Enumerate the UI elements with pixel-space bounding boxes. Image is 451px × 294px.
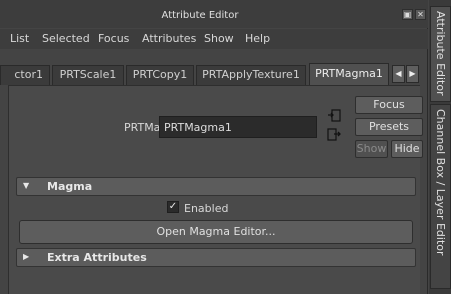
output-connection-icon[interactable] xyxy=(327,128,341,142)
enabled-checkbox[interactable]: ✓ xyxy=(167,201,179,213)
menu-attributes[interactable]: Attributes xyxy=(142,32,196,45)
tab-prtcopy1[interactable]: PRTCopy1 xyxy=(126,65,194,85)
side-tab-label: Channel Box / Layer Editor xyxy=(434,109,447,256)
chevron-down-icon: ▼ xyxy=(23,181,30,190)
close-icon[interactable]: ✕ xyxy=(415,9,426,20)
section-label: Magma xyxy=(47,180,93,193)
node-tab-bar: ctor1 PRTScale1 PRTCopy1 PRTApplyTexture… xyxy=(0,63,428,85)
presets-button[interactable]: Presets xyxy=(355,118,423,136)
menu-show[interactable]: Show xyxy=(204,32,234,45)
side-dock: Attribute Editor Channel Box / Layer Edi… xyxy=(429,0,451,294)
menu-list[interactable]: List xyxy=(10,32,29,45)
float-window-icon[interactable]: ▣ xyxy=(402,9,413,20)
menu-help[interactable]: Help xyxy=(245,32,270,45)
tab-ctor1[interactable]: ctor1 xyxy=(0,65,50,85)
menu-focus[interactable]: Focus xyxy=(98,32,129,45)
magma-section-header[interactable]: ▼ Magma xyxy=(16,177,416,196)
show-button[interactable]: Show xyxy=(355,140,388,158)
section-label: Extra Attributes xyxy=(47,251,147,264)
menu-selected[interactable]: Selected xyxy=(42,32,90,45)
input-connection-icon[interactable] xyxy=(327,109,341,123)
tab-left-arrow-icon[interactable]: ◀ xyxy=(392,65,405,83)
extra-attributes-section-header[interactable]: ▶ Extra Attributes xyxy=(16,248,416,267)
menu-bar: List Selected Focus Attributes Show Help xyxy=(0,29,428,49)
tab-right-arrow-icon[interactable]: ▶ xyxy=(406,65,419,83)
focus-button[interactable]: Focus xyxy=(355,96,423,114)
tab-prtapplytexture1[interactable]: PRTApplyTexture1 xyxy=(196,65,306,85)
attribute-editor-window: Attribute Editor ▣ ✕ List Selected Focus… xyxy=(0,0,428,294)
hide-button[interactable]: Hide xyxy=(391,140,423,158)
chevron-right-icon: ▶ xyxy=(23,252,30,261)
window-title: Attribute Editor xyxy=(161,10,239,21)
node-name-field[interactable] xyxy=(159,116,317,138)
side-tab-attribute-editor[interactable]: Attribute Editor xyxy=(430,6,451,102)
tab-prtmagma1[interactable]: PRTMagma1 xyxy=(309,63,389,85)
open-magma-editor-button[interactable]: Open Magma Editor... xyxy=(19,220,413,244)
side-tab-channel-box[interactable]: Channel Box / Layer Editor xyxy=(430,104,451,289)
tab-prtscale1[interactable]: PRTScale1 xyxy=(52,65,124,85)
title-bar[interactable]: Attribute Editor ▣ ✕ xyxy=(0,0,428,28)
side-tab-label: Attribute Editor xyxy=(434,11,447,96)
enabled-label: Enabled xyxy=(184,202,229,215)
